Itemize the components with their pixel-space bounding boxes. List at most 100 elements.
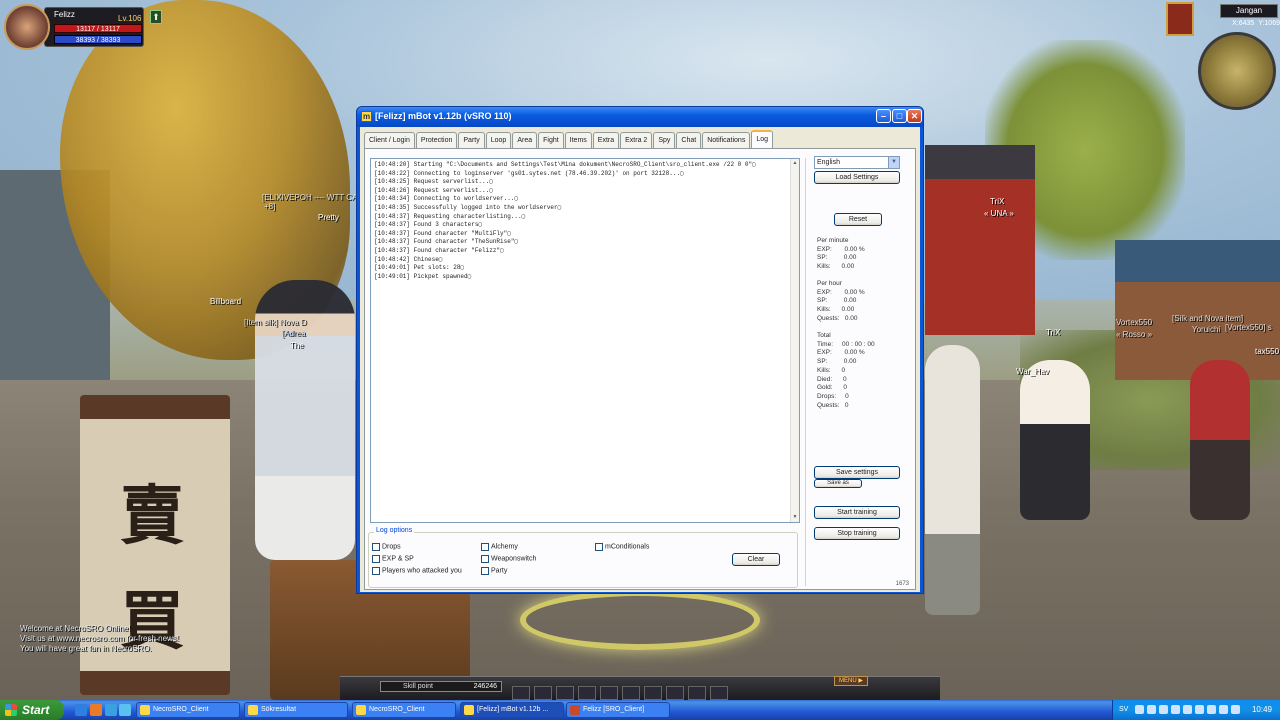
skill-slot[interactable]	[600, 686, 618, 700]
chevron-down-icon[interactable]: ▼	[888, 157, 899, 168]
skill-slot[interactable]	[622, 686, 640, 700]
player-tag[interactable]: Pretty	[318, 213, 339, 222]
player-tag[interactable]: [Silk and Nova item]	[1172, 314, 1243, 323]
checkbox-icon[interactable]	[481, 567, 489, 575]
tab-area[interactable]: Area	[512, 132, 538, 148]
tray-icon[interactable]	[1159, 705, 1168, 714]
tab-spy[interactable]: Spy	[653, 132, 676, 148]
checkbox-weaponswitch[interactable]: Weaponswitch	[481, 555, 536, 563]
reset-button[interactable]: Reset	[834, 213, 882, 226]
player-tag[interactable]: TriX	[990, 197, 1004, 206]
media-icon[interactable]	[105, 704, 117, 716]
tab-fight[interactable]: Fight	[538, 132, 564, 148]
other-player[interactable]	[1020, 360, 1090, 520]
skill-slot[interactable]	[578, 686, 596, 700]
tab-extra-2[interactable]: Extra 2	[620, 132, 653, 148]
save-as-button[interactable]: Save as	[814, 479, 862, 488]
minimap[interactable]: Jangan X:6435 Y:1069	[1166, 2, 1280, 116]
volume-icon[interactable]	[1231, 705, 1240, 714]
checkbox-icon[interactable]	[372, 567, 380, 575]
checkbox-icon[interactable]	[595, 543, 603, 551]
tab-client-login[interactable]: Client / Login	[364, 132, 415, 148]
language-indicator[interactable]: SV	[1119, 700, 1128, 720]
skill-slot[interactable]	[534, 686, 552, 700]
tab-extra[interactable]: Extra	[592, 132, 620, 148]
player-tag[interactable]: +8]	[264, 202, 275, 211]
scroll-up-icon[interactable]: ▲	[791, 159, 799, 168]
load-settings-button[interactable]: Load Settings	[814, 171, 900, 184]
game-menu-button[interactable]: MENU ▶	[834, 676, 868, 686]
skill-slot[interactable]	[644, 686, 662, 700]
player-tag[interactable]: The	[290, 341, 304, 350]
tray-icon[interactable]	[1171, 705, 1180, 714]
guild-tag[interactable]: « UNA »	[984, 209, 1014, 218]
start-button[interactable]: Start	[0, 700, 64, 720]
taskbar-item[interactable]: Felizz [SRO_Client]	[566, 702, 670, 718]
player-tag[interactable]: [Item silk] Nova D	[244, 318, 307, 327]
stop-training-button[interactable]: Stop training	[814, 527, 900, 540]
tray-icon[interactable]	[1195, 705, 1204, 714]
tab-loop[interactable]: Loop	[485, 132, 512, 148]
checkbox-alchemy[interactable]: Alchemy	[481, 543, 518, 551]
checkbox-icon[interactable]	[481, 555, 489, 563]
taskbar-item[interactable]: NecroSRO_Client	[352, 702, 456, 718]
language-select[interactable]: English ▼	[814, 156, 900, 169]
checkbox-exp-sp[interactable]: EXP & SP	[372, 555, 414, 563]
tray-icon[interactable]	[1147, 705, 1156, 714]
other-player[interactable]	[1190, 360, 1250, 520]
tab-party[interactable]: Party	[458, 132, 485, 148]
checkbox-icon[interactable]	[372, 555, 380, 563]
player-tag[interactable]: [ELIXIVEPOH ---- WTT CA	[262, 193, 357, 202]
guild-tag[interactable]: « Rosso »	[1116, 330, 1152, 339]
tab-chat[interactable]: Chat	[676, 132, 702, 148]
player-tag[interactable]: Vortex550	[1116, 318, 1152, 327]
player-tag[interactable]: [Vortex550] s	[1225, 323, 1272, 332]
scroll-down-icon[interactable]: ▼	[791, 513, 799, 522]
clear-button[interactable]: Clear	[732, 553, 780, 566]
save-settings-button[interactable]: Save settings	[814, 466, 900, 479]
tray-icon[interactable]	[1135, 705, 1144, 714]
tray-icon[interactable]	[1207, 705, 1216, 714]
player-tag[interactable]: tax550	[1255, 347, 1279, 356]
buff-icon[interactable]: ⬆	[150, 10, 162, 24]
player-tag[interactable]: TriX	[1046, 328, 1060, 337]
minimap-disc[interactable]	[1198, 32, 1276, 110]
log-scrollbar[interactable]: ▲ ▼	[790, 159, 799, 522]
player-tag[interactable]: Yoruichi	[1192, 325, 1220, 334]
skill-slot[interactable]	[710, 686, 728, 700]
player-tag[interactable]: Billboard	[210, 297, 241, 306]
tray-icon[interactable]	[1219, 705, 1228, 714]
quicklaunch-icon[interactable]	[119, 704, 131, 716]
app-icon[interactable]: m	[361, 111, 372, 122]
character-face-icon[interactable]	[1166, 2, 1194, 36]
tab-items[interactable]: Items	[564, 132, 592, 148]
player-tag[interactable]: [Adrea	[282, 329, 306, 338]
checkbox-icon[interactable]	[481, 543, 489, 551]
maximize-button[interactable]: □	[892, 109, 907, 123]
tab-log[interactable]: Log	[751, 130, 774, 148]
tab-protection[interactable]: Protection	[415, 132, 458, 148]
player-portrait[interactable]	[4, 4, 50, 50]
checkbox-party[interactable]: Party	[481, 567, 507, 575]
checkbox-drops[interactable]: Drops	[372, 543, 401, 551]
start-training-button[interactable]: Start training	[814, 506, 900, 519]
player-tag[interactable]: War_Hav	[1016, 367, 1049, 376]
log-textbox[interactable]: [10:48:20] Starting "C:\Documents and Se…	[370, 158, 800, 523]
taskbar-item[interactable]: NecroSRO_Client	[136, 702, 240, 718]
clock[interactable]: 10:49	[1252, 700, 1272, 720]
minimize-button[interactable]: –	[876, 109, 891, 123]
checkbox-players-attacked[interactable]: Players who attacked you	[372, 567, 462, 575]
checkbox-icon[interactable]	[372, 543, 380, 551]
taskbar-item[interactable]: Sökresultat	[244, 702, 348, 718]
skill-slot[interactable]	[666, 686, 684, 700]
skill-slot[interactable]	[556, 686, 574, 700]
tray-icon[interactable]	[1183, 705, 1192, 714]
tab-notifications[interactable]: Notifications	[702, 132, 751, 148]
show-desktop-icon[interactable]	[75, 704, 87, 716]
close-button[interactable]: ✕	[907, 109, 922, 123]
checkbox-mconditionals[interactable]: mConditionals	[595, 543, 649, 551]
taskbar-item-active[interactable]: [Felizz] mBot v1.12b ...	[460, 702, 564, 718]
title-bar[interactable]: m [Felizz] mBot v1.12b (vSRO 110) – □ ✕	[357, 107, 923, 127]
skill-slot[interactable]	[512, 686, 530, 700]
skill-slot[interactable]	[688, 686, 706, 700]
